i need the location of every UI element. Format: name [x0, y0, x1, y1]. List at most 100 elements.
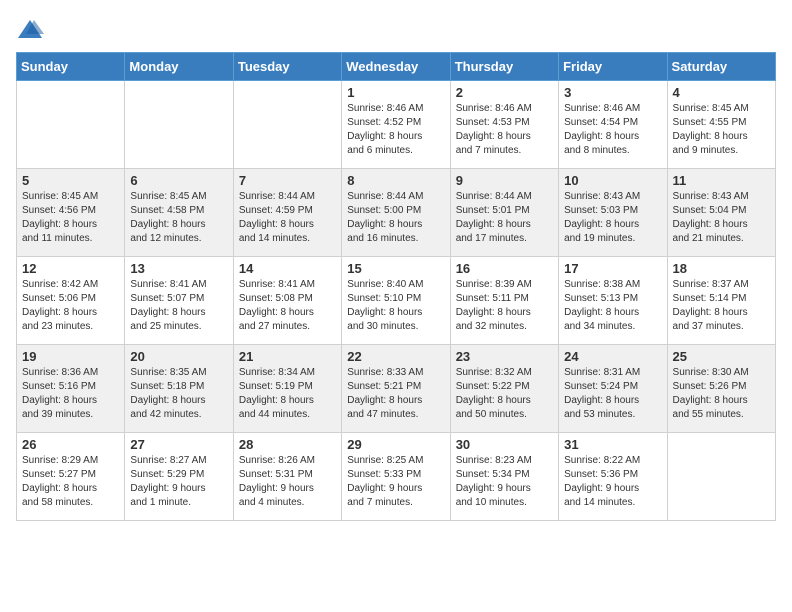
day-info: Sunrise: 8:43 AM Sunset: 5:04 PM Dayligh…: [673, 190, 770, 246]
day-info: Sunrise: 8:29 AM Sunset: 5:27 PM Dayligh…: [22, 454, 119, 510]
calendar-cell: 5Sunrise: 8:45 AM Sunset: 4:56 PM Daylig…: [17, 169, 125, 257]
day-number: 9: [456, 173, 553, 188]
calendar-cell: 17 Sunrise: 8:38 AM Sunset: 5:13 PM Dayli…: [559, 257, 667, 345]
day-number: 21: [239, 349, 336, 364]
calendar-cell: 13 Sunrise: 8:41 AM Sunset: 5:07 PM Dayli…: [125, 257, 233, 345]
calendar-cell: 25 Sunrise: 8:30 AM Sunset: 5:26 PM Dayli…: [667, 345, 775, 433]
day-info: Sunrise: 8:44 AM Sunset: 5:00 PM Dayligh…: [347, 190, 444, 246]
day-info: Sunrise: 8:40 AM Sunset: 5:10 PM Dayligh…: [347, 278, 444, 334]
calendar-cell: 15 Sunrise: 8:40 AM Sunset: 5:10 PM Dayli…: [342, 257, 450, 345]
calendar-cell: 30 Sunrise: 8:23 AM Sunset: 5:34 PM Dayli…: [450, 433, 558, 521]
day-number: 30: [456, 437, 553, 452]
calendar-cell: [17, 81, 125, 169]
calendar-cell: 2 Sunrise: 8:46 AM Sunset: 4:53 PM Daylig…: [450, 81, 558, 169]
day-info: Sunrise: 8:42 AM Sunset: 5:06 PM Dayligh…: [22, 278, 119, 334]
day-info: Sunrise: 8:33 AM Sunset: 5:21 PM Dayligh…: [347, 366, 444, 422]
calendar-cell: [667, 433, 775, 521]
calendar-cell: 10Sunrise: 8:43 AM Sunset: 5:03 PM Dayli…: [559, 169, 667, 257]
calendar-week-1: 1Sunrise: 8:46 AM Sunset: 4:52 PM Daylig…: [17, 81, 776, 169]
calendar-cell: 16Sunrise: 8:39 AM Sunset: 5:11 PM Dayli…: [450, 257, 558, 345]
day-info: Sunrise: 8:32 AM Sunset: 5:22 PM Dayligh…: [456, 366, 553, 422]
day-number: 24: [564, 349, 661, 364]
calendar: SundayMondayTuesdayWednesdayThursdayFrid…: [16, 52, 776, 521]
day-info: Sunrise: 8:46 AM Sunset: 4:53 PM Dayligh…: [456, 102, 553, 158]
day-info: Sunrise: 8:46 AM Sunset: 4:54 PM Dayligh…: [564, 102, 661, 158]
day-number: 14: [239, 261, 336, 276]
day-number: 16: [456, 261, 553, 276]
calendar-header-row: SundayMondayTuesdayWednesdayThursdayFrid…: [17, 53, 776, 81]
calendar-cell: 3 Sunrise: 8:46 AM Sunset: 4:54 PM Daylig…: [559, 81, 667, 169]
day-number: 31: [564, 437, 661, 452]
day-info: Sunrise: 8:34 AM Sunset: 5:19 PM Dayligh…: [239, 366, 336, 422]
logo-icon: [16, 16, 44, 44]
calendar-cell: 29 Sunrise: 8:25 AM Sunset: 5:33 PM Dayli…: [342, 433, 450, 521]
calendar-cell: 21 Sunrise: 8:34 AM Sunset: 5:19 PM Dayli…: [233, 345, 341, 433]
calendar-cell: 7Sunrise: 8:44 AM Sunset: 4:59 PM Daylig…: [233, 169, 341, 257]
day-number: 17: [564, 261, 661, 276]
calendar-cell: 28 Sunrise: 8:26 AM Sunset: 5:31 PM Dayli…: [233, 433, 341, 521]
day-header-wednesday: Wednesday: [342, 53, 450, 81]
calendar-cell: 31 Sunrise: 8:22 AM Sunset: 5:36 PM Dayli…: [559, 433, 667, 521]
day-number: 19: [22, 349, 119, 364]
calendar-cell: 18 Sunrise: 8:37 AM Sunset: 5:14 PM Dayli…: [667, 257, 775, 345]
day-number: 11: [673, 173, 770, 188]
day-info: Sunrise: 8:44 AM Sunset: 4:59 PM Dayligh…: [239, 190, 336, 246]
day-info: Sunrise: 8:25 AM Sunset: 5:33 PM Dayligh…: [347, 454, 444, 510]
calendar-cell: 12 Sunrise: 8:42 AM Sunset: 5:06 PM Dayli…: [17, 257, 125, 345]
day-number: 29: [347, 437, 444, 452]
day-number: 26: [22, 437, 119, 452]
day-number: 23: [456, 349, 553, 364]
calendar-cell: 27Sunrise: 8:27 AM Sunset: 5:29 PM Dayli…: [125, 433, 233, 521]
day-number: 28: [239, 437, 336, 452]
day-info: Sunrise: 8:43 AM Sunset: 5:03 PM Dayligh…: [564, 190, 661, 246]
day-number: 2: [456, 85, 553, 100]
calendar-cell: 22Sunrise: 8:33 AM Sunset: 5:21 PM Dayli…: [342, 345, 450, 433]
day-number: 4: [673, 85, 770, 100]
day-info: Sunrise: 8:41 AM Sunset: 5:08 PM Dayligh…: [239, 278, 336, 334]
day-header-tuesday: Tuesday: [233, 53, 341, 81]
calendar-cell: 4Sunrise: 8:45 AM Sunset: 4:55 PM Daylig…: [667, 81, 775, 169]
calendar-week-4: 19 Sunrise: 8:36 AM Sunset: 5:16 PM Dayli…: [17, 345, 776, 433]
calendar-cell: 8Sunrise: 8:44 AM Sunset: 5:00 PM Daylig…: [342, 169, 450, 257]
logo: [16, 16, 48, 44]
calendar-cell: 20 Sunrise: 8:35 AM Sunset: 5:18 PM Dayli…: [125, 345, 233, 433]
calendar-week-3: 12 Sunrise: 8:42 AM Sunset: 5:06 PM Dayli…: [17, 257, 776, 345]
calendar-cell: 11 Sunrise: 8:43 AM Sunset: 5:04 PM Dayli…: [667, 169, 775, 257]
calendar-cell: [125, 81, 233, 169]
calendar-week-5: 26 Sunrise: 8:29 AM Sunset: 5:27 PM Dayli…: [17, 433, 776, 521]
day-number: 20: [130, 349, 227, 364]
calendar-week-2: 5Sunrise: 8:45 AM Sunset: 4:56 PM Daylig…: [17, 169, 776, 257]
day-info: Sunrise: 8:45 AM Sunset: 4:58 PM Dayligh…: [130, 190, 227, 246]
day-number: 12: [22, 261, 119, 276]
day-info: Sunrise: 8:41 AM Sunset: 5:07 PM Dayligh…: [130, 278, 227, 334]
day-number: 18: [673, 261, 770, 276]
calendar-cell: 1Sunrise: 8:46 AM Sunset: 4:52 PM Daylig…: [342, 81, 450, 169]
day-info: Sunrise: 8:22 AM Sunset: 5:36 PM Dayligh…: [564, 454, 661, 510]
day-number: 13: [130, 261, 227, 276]
day-number: 3: [564, 85, 661, 100]
day-header-saturday: Saturday: [667, 53, 775, 81]
calendar-cell: 14 Sunrise: 8:41 AM Sunset: 5:08 PM Dayli…: [233, 257, 341, 345]
day-info: Sunrise: 8:45 AM Sunset: 4:56 PM Dayligh…: [22, 190, 119, 246]
day-info: Sunrise: 8:30 AM Sunset: 5:26 PM Dayligh…: [673, 366, 770, 422]
day-header-friday: Friday: [559, 53, 667, 81]
day-info: Sunrise: 8:46 AM Sunset: 4:52 PM Dayligh…: [347, 102, 444, 158]
day-number: 25: [673, 349, 770, 364]
calendar-cell: [233, 81, 341, 169]
calendar-cell: 19 Sunrise: 8:36 AM Sunset: 5:16 PM Dayli…: [17, 345, 125, 433]
day-info: Sunrise: 8:38 AM Sunset: 5:13 PM Dayligh…: [564, 278, 661, 334]
calendar-cell: 9 Sunrise: 8:44 AM Sunset: 5:01 PM Daylig…: [450, 169, 558, 257]
day-info: Sunrise: 8:37 AM Sunset: 5:14 PM Dayligh…: [673, 278, 770, 334]
calendar-cell: 6Sunrise: 8:45 AM Sunset: 4:58 PM Daylig…: [125, 169, 233, 257]
day-number: 15: [347, 261, 444, 276]
day-info: Sunrise: 8:44 AM Sunset: 5:01 PM Dayligh…: [456, 190, 553, 246]
day-info: Sunrise: 8:35 AM Sunset: 5:18 PM Dayligh…: [130, 366, 227, 422]
day-header-thursday: Thursday: [450, 53, 558, 81]
calendar-cell: 26 Sunrise: 8:29 AM Sunset: 5:27 PM Dayli…: [17, 433, 125, 521]
day-info: Sunrise: 8:36 AM Sunset: 5:16 PM Dayligh…: [22, 366, 119, 422]
day-info: Sunrise: 8:26 AM Sunset: 5:31 PM Dayligh…: [239, 454, 336, 510]
day-info: Sunrise: 8:31 AM Sunset: 5:24 PM Dayligh…: [564, 366, 661, 422]
page-header: [16, 16, 776, 44]
day-info: Sunrise: 8:23 AM Sunset: 5:34 PM Dayligh…: [456, 454, 553, 510]
calendar-cell: 24 Sunrise: 8:31 AM Sunset: 5:24 PM Dayli…: [559, 345, 667, 433]
